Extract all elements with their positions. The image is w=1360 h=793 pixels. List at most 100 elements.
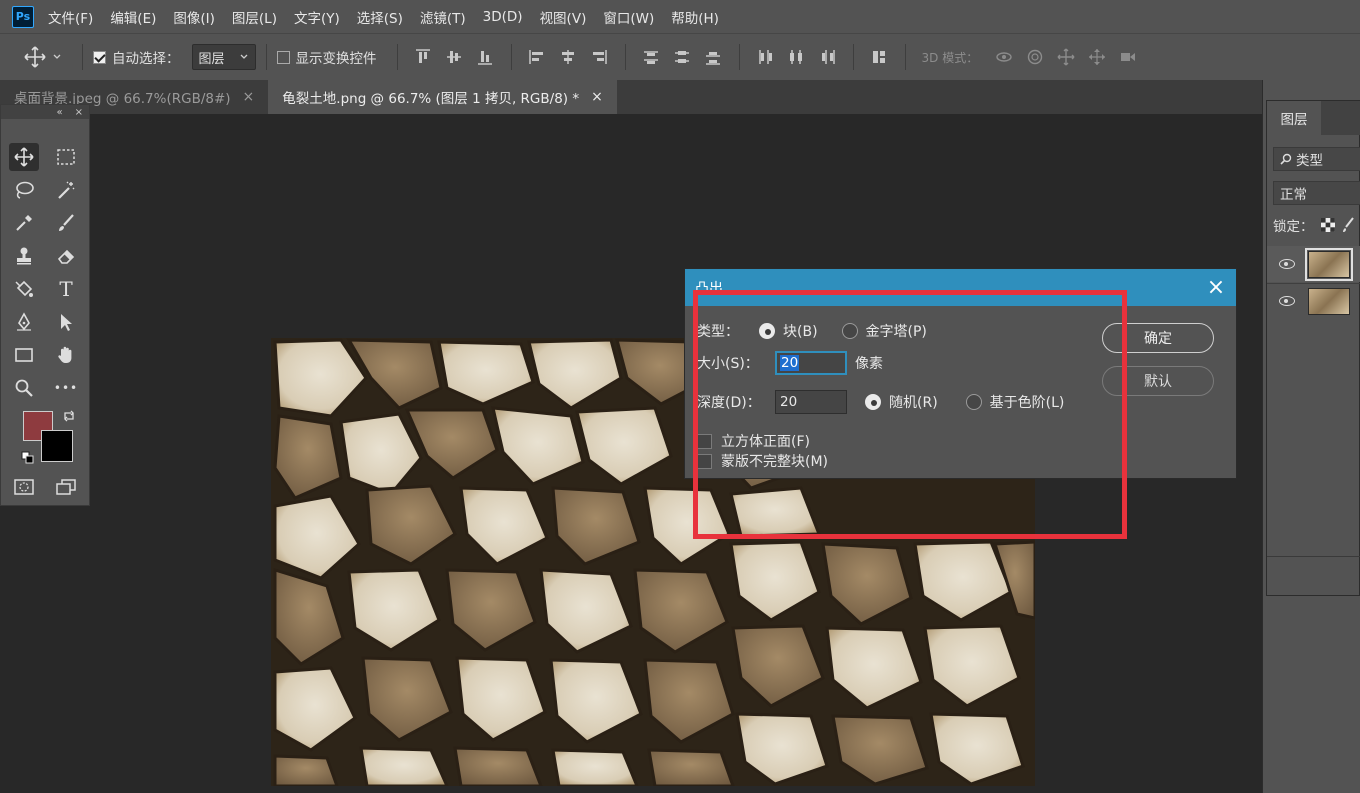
close-icon[interactable]: × [243,89,255,105]
menu-layer[interactable]: 图层(L) [232,7,277,27]
quick-mask-button[interactable] [9,473,39,501]
blend-mode-dropdown[interactable]: 正常 [1273,181,1360,205]
more-tools[interactable]: ••• [51,374,81,402]
distribute-left-icon[interactable] [756,48,774,66]
menu-image[interactable]: 图像(I) [173,7,215,27]
magic-wand-tool[interactable] [51,176,81,204]
align-right-icon[interactable] [590,48,608,66]
menu-edit[interactable]: 编辑(E) [110,7,156,27]
hand-tool[interactable] [51,341,81,369]
chevron-down-icon [53,54,61,59]
eye-icon[interactable] [1279,296,1295,306]
distribute-right-icon[interactable] [818,48,836,66]
distribute-hcenter-icon[interactable] [787,48,805,66]
distribute-top-icon[interactable] [642,48,660,66]
3d-roll-icon[interactable] [1026,48,1044,66]
background-color-swatch[interactable] [41,430,73,462]
chevron-down-icon [240,54,247,59]
path-selection-tool[interactable] [51,308,81,336]
auto-align-icon[interactable] [870,48,888,66]
menu-filter[interactable]: 滤镜(T) [420,7,466,27]
depth-level-radio[interactable] [965,394,982,410]
type-block-label: 块(B) [783,324,818,340]
rectangle-tool[interactable] [9,341,39,369]
type-row: 类型： 块(B) 金字塔(P) [697,321,927,341]
close-icon[interactable]: × [1206,276,1226,299]
layer-row-copy[interactable] [1267,247,1360,281]
size-input[interactable]: 20 [775,351,847,375]
collapse-icon[interactable]: « [56,107,62,118]
distribute-vcenter-icon[interactable] [673,48,691,66]
lasso-tool[interactable] [9,176,39,204]
type-pyramid-radio[interactable] [841,323,858,339]
eraser-tool[interactable] [51,242,81,270]
eyedropper-tool[interactable] [9,209,39,237]
3d-slide-icon[interactable] [1088,48,1106,66]
hand-icon [58,346,72,363]
menu-file[interactable]: 文件(F) [48,7,93,27]
show-transform-checkbox[interactable] [276,50,290,64]
type-tool[interactable]: T [51,275,81,303]
3d-mode-label: 3D 模式： [921,50,979,65]
align-bottom-icon[interactable] [476,48,494,66]
rectangle-icon [15,348,33,362]
mask-blocks-checkbox[interactable] [697,453,712,469]
screen-mode-button[interactable] [51,473,81,501]
mask-blocks-row: 蒙版不完整块(M) [697,451,828,471]
marquee-tool[interactable] [51,143,81,171]
dialog-title: 凸出 [695,280,723,297]
default-button[interactable]: 默认 [1102,366,1214,396]
3d-scale-icon[interactable] [1119,48,1137,66]
auto-select-value: 图层 [198,51,225,67]
paint-bucket-icon [15,280,33,297]
depth-random-radio[interactable] [865,394,881,410]
default-colors-icon[interactable] [21,451,35,465]
3d-pan-icon[interactable] [1057,48,1075,66]
size-label: 大小(S)： [697,356,759,372]
lock-transparent-icon[interactable] [1320,217,1336,233]
auto-select-checkbox[interactable] [93,50,106,64]
pen-tool[interactable] [9,308,39,336]
menu-window[interactable]: 窗口(W) [603,7,654,27]
close-icon[interactable]: × [75,107,83,118]
separator [510,44,512,70]
cube-face-checkbox[interactable] [697,433,712,449]
move-icon [24,46,46,68]
depth-input[interactable]: 20 [775,390,847,414]
move-tool-preset[interactable] [24,42,72,72]
align-left-icon[interactable] [528,48,546,66]
layer-row-original[interactable] [1267,284,1360,318]
3d-orbit-icon[interactable] [995,48,1013,66]
divider [1267,556,1360,557]
type-block-radio[interactable] [759,323,775,339]
lock-brush-icon[interactable] [1342,217,1354,233]
magic-wand-icon [58,181,75,199]
stamp-tool[interactable] [9,242,39,270]
eye-icon[interactable] [1279,259,1295,269]
auto-select-dropdown[interactable]: 图层 [191,44,256,70]
menu-type[interactable]: 文字(Y) [294,7,340,27]
align-top-icon[interactable] [414,48,432,66]
menu-help[interactable]: 帮助(H) [671,7,719,27]
menu-select[interactable]: 选择(S) [357,7,403,27]
document-tab-bar: 桌面背景.jpeg @ 66.7%(RGB/8#) × 龟裂土地.png @ 6… [0,80,1262,114]
distribute-bottom-icon[interactable] [704,48,722,66]
close-icon[interactable]: × [591,89,603,105]
zoom-tool[interactable] [9,374,39,402]
align-hcenter-icon[interactable] [559,48,577,66]
align-vcenter-icon[interactable] [445,48,463,66]
search-icon [1280,153,1292,165]
menu-view[interactable]: 视图(V) [540,7,587,27]
move-tool[interactable] [9,143,39,171]
pen-icon [17,312,31,331]
menu-3d[interactable]: 3D(D) [483,9,523,25]
ok-button[interactable]: 确定 [1102,323,1214,353]
tab-cracked-earth[interactable]: 龟裂土地.png @ 66.7% (图层 1 拷贝, RGB/8) * × [268,80,617,114]
layer-filter-dropdown[interactable]: 类型 [1273,147,1360,171]
swap-colors-icon[interactable] [62,409,76,423]
brush-tool[interactable] [51,209,81,237]
paint-bucket-tool[interactable] [9,275,39,303]
separator [265,44,267,70]
toolbox-header: « × [1,105,89,119]
tab-layers[interactable]: 图层 [1267,101,1321,135]
